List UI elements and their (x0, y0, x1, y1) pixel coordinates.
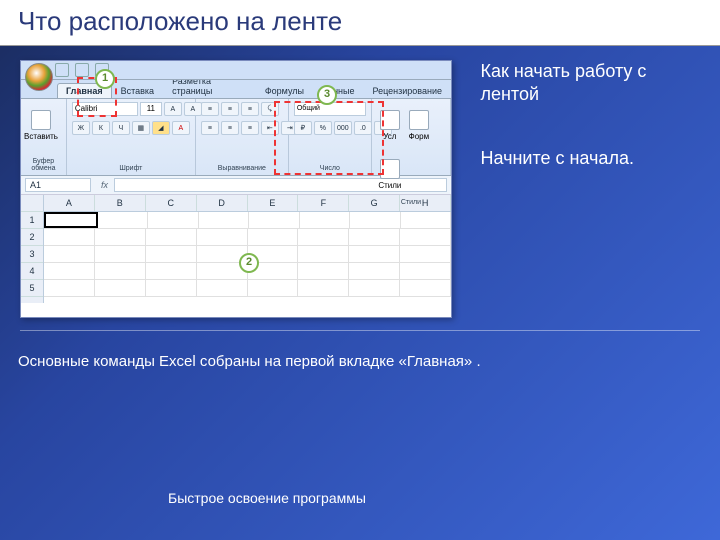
align-left-button[interactable]: ≡ (201, 121, 219, 135)
orientation-button[interactable]: ⤹ (261, 102, 279, 116)
name-box[interactable]: A1 (25, 178, 91, 192)
col-header[interactable]: F (298, 195, 349, 211)
row-header[interactable]: 4 (21, 263, 43, 280)
align-bottom-button[interactable]: ≡ (241, 102, 259, 116)
grow-font-button[interactable]: A (164, 102, 182, 116)
footer-text: Быстрое освоение программы (168, 490, 720, 506)
group-number: Общий ₽ % 000 .0 .0 Число (289, 99, 372, 175)
col-header[interactable]: A (44, 195, 95, 211)
font-size-combo[interactable]: 11 (140, 102, 162, 116)
cell-styles-button[interactable]: Стили (377, 151, 403, 197)
select-all-corner[interactable] (21, 195, 44, 212)
separator (20, 330, 700, 331)
cell-styles-label: Стили (378, 181, 401, 190)
font-color-button[interactable]: A (172, 121, 190, 135)
window-titlebar (21, 61, 451, 80)
qat-save-icon[interactable] (55, 63, 69, 77)
slide-title: Что расположено на ленте (18, 6, 702, 37)
callout-3: 3 (317, 85, 337, 105)
tab-formulas[interactable]: Формулы (256, 83, 313, 98)
italic-button[interactable]: К (92, 121, 110, 135)
ribbon-tabs: Главная Вставка Разметка страницы Формул… (21, 80, 451, 99)
cond-format-icon (380, 110, 400, 130)
number-group-label: Число (294, 163, 366, 172)
font-group-label: Шрифт (72, 163, 190, 172)
cond-format-label: Усл (383, 132, 396, 141)
col-header[interactable]: C (146, 195, 197, 211)
underline-button[interactable]: Ч (112, 121, 130, 135)
indent-less-button[interactable]: ⇤ (261, 121, 279, 135)
alignment-group-label: Выравнивание (201, 163, 283, 172)
col-header[interactable]: B (95, 195, 146, 211)
align-middle-button[interactable]: ≡ (221, 102, 239, 116)
callout-1: 1 (95, 69, 115, 89)
row-headers: 1 2 3 4 5 (21, 195, 44, 303)
fill-color-button[interactable]: ◢ (152, 121, 170, 135)
cell-A1[interactable] (44, 212, 98, 228)
title-bar: Что расположено на ленте (0, 0, 720, 46)
cell-styles-icon (380, 159, 400, 179)
format-table-icon (409, 110, 429, 130)
group-font: Calibri 11 A A Ж К Ч ▦ ◢ A (67, 99, 196, 175)
row-header[interactable]: 2 (21, 229, 43, 246)
format-table-button[interactable]: Форм (406, 102, 432, 148)
group-styles: Усл Форм Стили Стили (372, 99, 451, 175)
col-header[interactable]: E (248, 195, 299, 211)
border-button[interactable]: ▦ (132, 121, 150, 135)
ribbon: Вставить Буфер обмена Calibri 11 A A (21, 99, 451, 176)
paste-label: Вставить (24, 132, 58, 141)
tab-review[interactable]: Рецензирование (364, 83, 452, 98)
fx-icon[interactable]: fx (101, 180, 108, 190)
cond-format-button[interactable]: Усл (377, 102, 403, 148)
group-clipboard: Вставить Буфер обмена (21, 99, 67, 175)
excel-screenshot: 1 Главная Вставка Разметка страницы Форм… (20, 60, 452, 318)
font-name-combo[interactable]: Calibri (72, 102, 138, 116)
inc-decimal-button[interactable]: .0 (354, 121, 372, 135)
worksheet: 1 2 3 4 5 A B C D E F G H (21, 195, 451, 303)
row-header[interactable]: 5 (21, 280, 43, 297)
bold-button[interactable]: Ж (72, 121, 90, 135)
body-text: Основные команды Excel собраны на первой… (18, 353, 720, 370)
side-text-2: Начните с начала. (480, 147, 700, 170)
group-alignment: ≡ ≡ ≡ ⤹ ≡ ≡ ≡ ⇤ ⇥ Выравниван (196, 99, 289, 175)
currency-button[interactable]: ₽ (294, 121, 312, 135)
clipboard-group-label: Буфер обмена (26, 156, 61, 172)
paste-icon (31, 110, 51, 130)
row-header[interactable]: 3 (21, 246, 43, 263)
callout-2: 2 (239, 253, 259, 273)
col-header[interactable]: D (197, 195, 248, 211)
percent-button[interactable]: % (314, 121, 332, 135)
paste-button[interactable]: Вставить (26, 102, 56, 148)
format-table-label: Форм (409, 132, 429, 141)
tab-insert[interactable]: Вставка (112, 83, 163, 98)
qat-undo-icon[interactable] (75, 63, 89, 77)
align-top-button[interactable]: ≡ (201, 102, 219, 116)
side-text-1: Как начать работу с лентой (480, 60, 700, 107)
styles-group-label: Стили (377, 197, 445, 206)
side-text: Как начать работу с лентой Начните с нач… (480, 60, 700, 170)
comma-button[interactable]: 000 (334, 121, 352, 135)
align-right-button[interactable]: ≡ (241, 121, 259, 135)
align-center-button[interactable]: ≡ (221, 121, 239, 135)
row-header[interactable]: 1 (21, 212, 43, 229)
office-button[interactable] (25, 63, 53, 91)
